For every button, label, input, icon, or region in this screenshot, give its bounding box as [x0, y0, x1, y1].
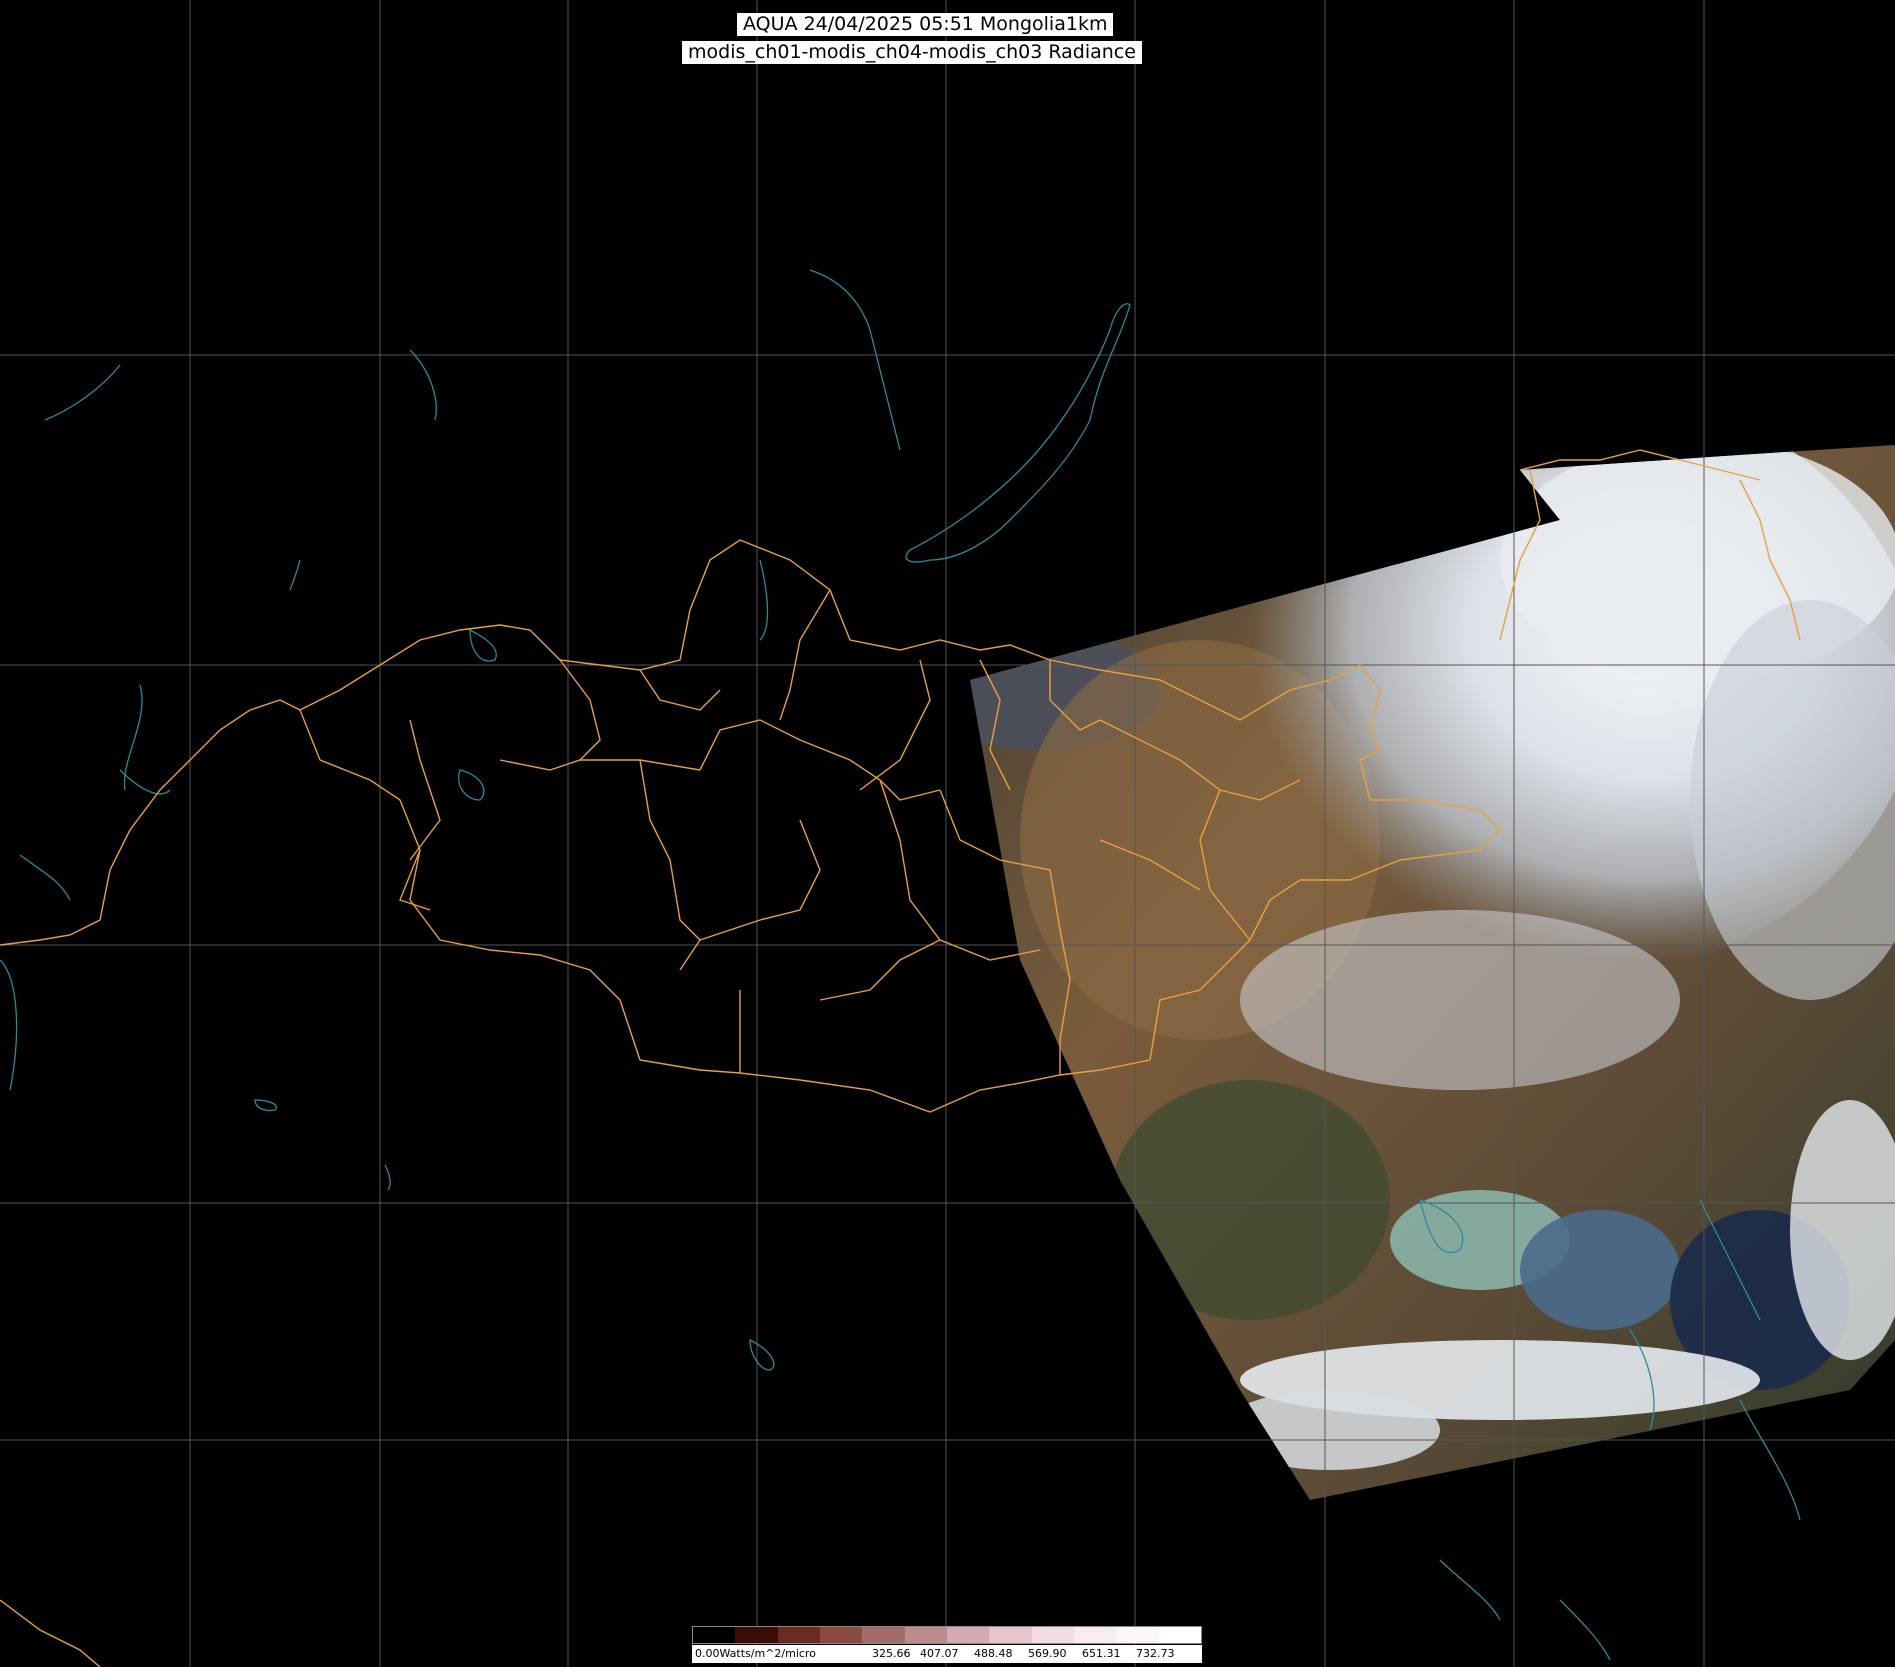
map-title-line2: modis_ch01-modis_ch04-modis_ch03 Radianc… — [682, 41, 1142, 64]
colorbar-swatch — [693, 1627, 736, 1643]
colorbar-swatch — [819, 1627, 863, 1643]
colorbar-swatch — [862, 1627, 905, 1643]
colorbar-swatch — [1116, 1627, 1159, 1643]
colorbar-legend: 0.00Watts/m^2/micro 325.66 407.07 488.48… — [692, 1626, 1202, 1664]
colorbar-ramp — [692, 1626, 1202, 1644]
colorbar-swatch — [1158, 1627, 1201, 1643]
colorbar-tick-label: 407.07 — [920, 1647, 959, 1660]
map-title-line1: AQUA 24/04/2025 05:51 Mongolia1km — [737, 13, 1114, 36]
colorbar-unit-label: 0.00Watts/m^2/micro — [695, 1647, 816, 1660]
colorbar-swatch — [777, 1627, 820, 1643]
colorbar-swatch — [989, 1627, 1032, 1643]
colorbar-swatch — [904, 1627, 947, 1643]
colorbar-labels: 0.00Watts/m^2/micro 325.66 407.07 488.48… — [692, 1645, 1202, 1663]
colorbar-swatch — [735, 1627, 778, 1643]
colorbar-tick-label: 325.66 — [872, 1647, 911, 1660]
colorbar-tick-label: 651.31 — [1082, 1647, 1121, 1660]
colorbar-tick-label: 488.48 — [974, 1647, 1013, 1660]
satellite-map — [0, 0, 1895, 1667]
colorbar-swatch — [946, 1627, 990, 1643]
colorbar-swatch — [1031, 1627, 1074, 1643]
colorbar-tick-label: 569.90 — [1028, 1647, 1067, 1660]
colorbar-tick-label: 732.73 — [1136, 1647, 1175, 1660]
colorbar-swatch — [1073, 1627, 1117, 1643]
